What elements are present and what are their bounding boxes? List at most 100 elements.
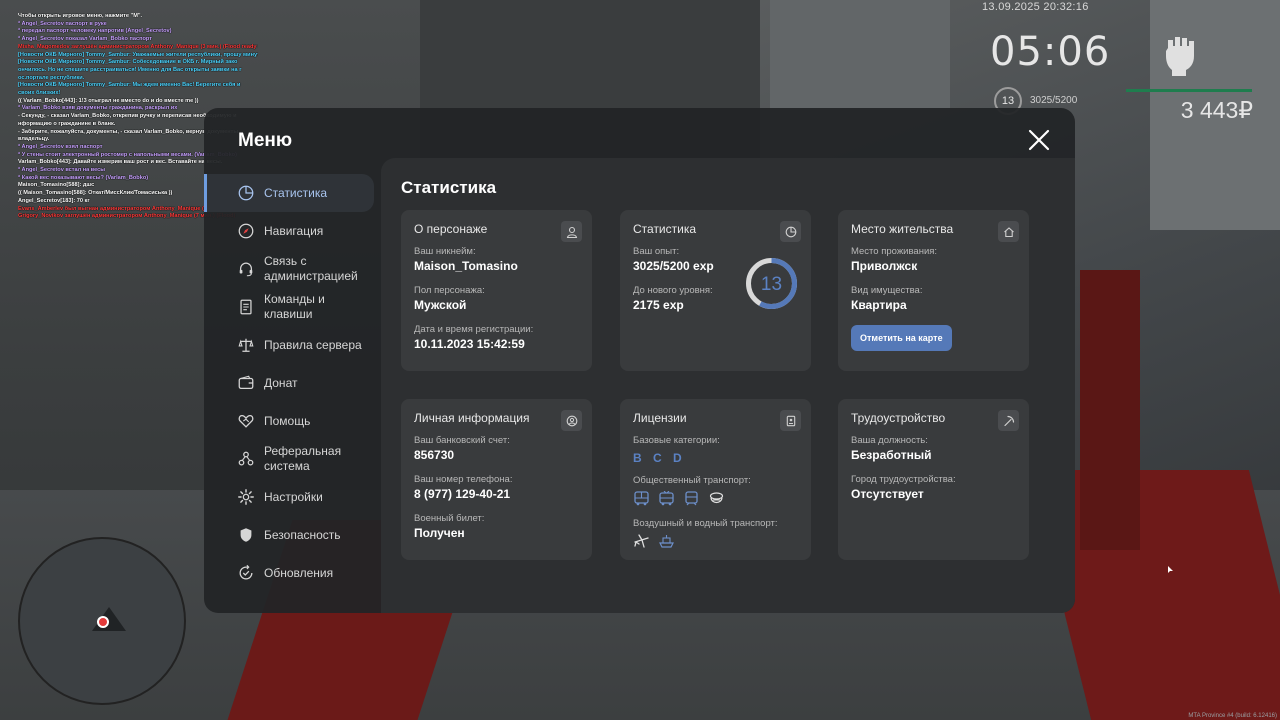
user-icon[interactable] [561,221,582,242]
hud-health-bar [1126,89,1252,92]
sidebar-item-5[interactable]: Правила сервера [204,326,381,364]
boat-icon [659,535,674,548]
level-number: 13 [761,274,782,295]
driver-cap-icon [709,492,724,504]
chat-line: [Новости ОКБ Мирного] Tommy_Sambur: Собе… [18,59,238,66]
sidebar-item-label: Команды и клавиши [264,292,325,321]
military-value: Получен [414,526,465,540]
sidebar-item-label: Настройки [264,489,323,504]
card-title: Лицензии [633,411,687,425]
registration-label: Дата и время регистрации: [414,324,534,335]
mark-on-map-button[interactable]: Отметить на карте [851,325,952,351]
card-residence: Место жительства Место проживания: Приво… [838,210,1029,371]
air-water-label: Воздушный и водный транспорт: [633,518,778,529]
bg-red-column [1080,270,1140,550]
gender-value: Мужской [414,298,467,312]
card-title: Место жительства [851,222,954,236]
id-badge-icon[interactable] [780,410,801,431]
chat-line: Чтобы открыть игровое меню, нажмите "M". [18,13,143,19]
bank-value: 856730 [414,448,455,462]
position-value: Безработный [851,448,932,462]
chat-line: * Angel_Secretov паспорт в руке [18,20,107,27]
sidebar-item-6[interactable]: Донат [204,364,381,402]
sidebar-item-label: Статистика [264,185,328,200]
trolleybus-icon [659,491,674,506]
bg-window-top [770,0,950,110]
public-transport-label: Общественный транспорт: [633,475,751,486]
chat-line: * передал паспорт человеку напротив (Ang… [18,28,172,35]
nickname-value: Maison_Tomasino [414,259,518,273]
sidebar-item-2[interactable]: Навигация [204,212,381,250]
card-character: О персонаже Ваш никнейм: Maison_Tomasino… [401,210,592,371]
airplane-icon [634,534,649,548]
bank-label: Ваш банковский счет: [414,435,510,446]
scales-icon [236,335,256,355]
residence-place-value: Приволжск [851,259,918,273]
pickaxe-icon[interactable] [998,410,1019,431]
card-title: Трудоустройство [851,411,946,425]
card-statistics: Статистика Ваш опыт: 3025/5200 exp До но… [620,210,811,371]
chat-line: [Новости ОКБ Мирного] Tommy_Sambur: Мы ж… [18,82,241,89]
close-icon[interactable] [1027,128,1051,152]
sidebar-item-label: Реферальная система [264,444,342,473]
headset-icon [236,259,256,279]
sidebar-item-7[interactable]: Помощь [204,402,381,440]
sidebar-item-label: Правила сервера [264,337,362,352]
pie-chart-icon[interactable] [780,221,801,242]
sidebar-item-3[interactable]: Связь с администрацией [204,250,381,288]
residence-place-label: Место проживания: [851,246,938,257]
sidebar-item-11[interactable]: Обновления [204,554,381,592]
base-categories-label: Базовые категории: [633,435,720,446]
card-employment: Трудоустройство Ваша должность: Безработ… [838,399,1029,560]
chat-line: Misha_Magomedov заглушён администратором… [18,43,258,50]
card-personal: Личная информация Ваш банковский счет: 8… [401,399,592,560]
minimap-player-icon [97,616,109,628]
card-licenses: Лицензии Базовые категории: B C D Общест… [620,399,811,560]
hud-clock: 05:06 [990,29,1111,75]
sidebar-item-label: Безопасность [264,527,341,542]
sidebar-item-label: Связь с администрацией [264,254,358,283]
content-title: Статистика [401,178,497,197]
nickname-label: Ваш никнейм: [414,246,476,257]
job-city-label: Город трудоустройства: [851,474,956,485]
hud-datetime: 13.09.2025 20:32:16 [982,1,1089,13]
military-label: Военный билет: [414,513,485,524]
mouse-cursor-icon [1168,566,1173,573]
shield-icon [236,525,256,545]
air-water-icons [633,534,798,549]
card-title: Личная информация [414,411,530,425]
minimap [18,537,186,705]
sidebar-item-label: Обновления [264,565,334,580]
gender-label: Пол персонажа: [414,285,485,296]
chat-line: ос.портале республики. [18,74,85,81]
sidebar-item-9[interactable]: Настройки [204,478,381,516]
sidebar-item-4[interactable]: Команды и клавиши [204,288,381,326]
public-transport-icons [633,491,798,506]
menu-sidebar: Статистика Навигация Связь с администрацие… [204,174,381,592]
gear-icon [236,487,256,507]
build-watermark: MTA Province #4 (build: 6.12416) [1188,713,1277,719]
wallet-icon [236,373,256,393]
sidebar-item-10[interactable]: Безопасность [204,516,381,554]
chat-line: [Новости ОКБ Мирного] Tommy_Sambur: Уваж… [18,51,258,58]
phone-value: 8 (977) 129-40-21 [414,487,511,501]
position-label: Ваша должность: [851,435,928,446]
chat-line: (( Varlam_Bobko[443]: 1!3 отыграл не вме… [18,97,199,104]
sidebar-item-8[interactable]: Реферальная система [204,440,381,478]
sidebar-item-1[interactable]: Статистика [204,174,374,212]
chat-line: * Angel_Secretov показал Varlam_Bobko па… [18,36,152,43]
menu-title: Меню [238,130,293,151]
level-progress-ring: 13 [746,258,797,309]
property-label: Вид имущества: [851,285,923,296]
sidebar-item-label: Помощь [264,413,311,428]
pie-chart-icon [236,183,256,203]
compass-icon [236,221,256,241]
hud-money: 3 443₽ [1180,97,1253,123]
home-icon[interactable] [998,221,1019,242]
chat-line: своих близких! [18,90,61,97]
job-city-value: Отсутствует [851,487,924,501]
card-title: О персонаже [414,222,488,236]
registration-value: 10.11.2023 15:42:59 [414,337,525,351]
sidebar-item-label: Навигация [264,223,324,238]
profile-circle-icon[interactable] [561,410,582,431]
